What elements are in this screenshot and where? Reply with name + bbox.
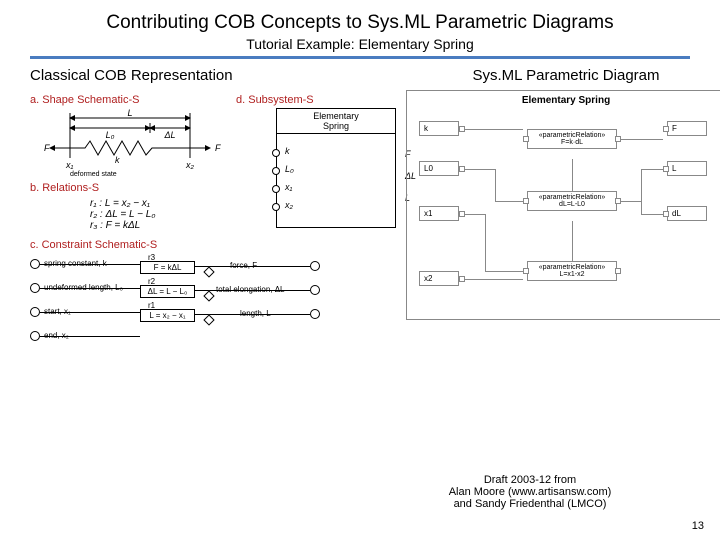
svg-text:F: F — [44, 143, 50, 153]
svg-text:F: F — [215, 143, 221, 153]
page-subtitle: Tutorial Example: Elementary Spring — [30, 36, 690, 52]
page-number: 13 — [692, 520, 704, 532]
label-c: c. Constraint Schematic-S — [30, 239, 396, 251]
relations: r₁ : L = x₂ − x₁ r₂ : ΔL = L − L₀ r₃ : F… — [30, 198, 230, 231]
sysml-frame: Elementary Spring k L0 x1 x2 F L dL «par… — [406, 90, 720, 320]
shape-schematic: L L₀ ΔL F F x₁ x₂ k deformed state — [30, 108, 230, 178]
svg-text:deformed state: deformed state — [70, 171, 117, 178]
left-heading: Classical COB Representation — [30, 67, 396, 84]
relation-r3: r₃ : F = kΔL — [90, 220, 230, 231]
label-a: a. Shape Schematic-S — [30, 94, 230, 106]
svg-text:L₀: L₀ — [106, 130, 115, 140]
label-d: d. Subsystem-S — [236, 94, 396, 106]
label-b: b. Relations-S — [30, 182, 230, 194]
right-heading: Sys.ML Parametric Diagram — [406, 67, 720, 84]
svg-text:x₂: x₂ — [185, 160, 195, 170]
svg-text:ΔL: ΔL — [163, 130, 175, 140]
footer-credit: Draft 2003-12 from Alan Moore (www.artis… — [400, 474, 660, 510]
svg-text:x₁: x₁ — [65, 160, 74, 170]
svg-text:k: k — [115, 155, 120, 165]
sysml-title: Elementary Spring — [407, 95, 720, 106]
relation-r1: r₁ : L = x₂ − x₁ — [90, 198, 230, 209]
page-title: Contributing COB Concepts to Sys.ML Para… — [30, 12, 690, 34]
relation-r2: r₂ : ΔL = L − L₀ — [90, 209, 230, 220]
divider — [30, 56, 690, 59]
subsystem-box: Elementary Spring k L₀ x₁ x₂ F ΔL L — [276, 108, 396, 228]
subsystem-title: Elementary Spring — [277, 111, 395, 134]
spring-icon: L L₀ ΔL F F x₁ x₂ k deformed state — [30, 108, 230, 178]
svg-text:L: L — [127, 108, 132, 118]
constraint-schematic: spring constant, k undeformed length, L₀… — [30, 253, 330, 353]
